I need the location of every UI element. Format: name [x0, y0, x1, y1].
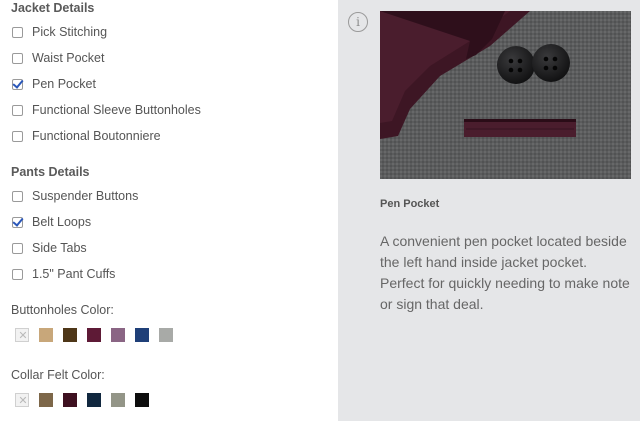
option-pant-cuffs[interactable]: 1.5" Pant Cuffs — [12, 265, 115, 283]
pant-cuffs-checkbox[interactable] — [12, 268, 23, 280]
buttonholes-color-swatches: ✕ — [15, 328, 183, 342]
waist-pocket-checkbox[interactable] — [12, 52, 23, 64]
side-tabs-checkbox[interactable] — [12, 242, 23, 254]
option-label: Waist Pocket — [32, 51, 105, 65]
option-functional-boutonniere[interactable]: Functional Boutonniere — [12, 127, 161, 145]
functional-boutonniere-checkbox[interactable] — [12, 130, 23, 142]
pen-pocket-checkbox[interactable] — [12, 78, 23, 90]
suspender-buttons-checkbox[interactable] — [12, 190, 23, 202]
swatch-mauve[interactable] — [111, 328, 125, 342]
swatch-dark-navy[interactable] — [87, 393, 101, 407]
x-icon: ✕ — [18, 330, 28, 342]
detail-description: A convenient pen pocket located beside t… — [380, 233, 630, 312]
belt-loops-checkbox[interactable] — [12, 216, 23, 228]
swatch-black[interactable] — [135, 393, 149, 407]
option-suspender-buttons[interactable]: Suspender Buttons — [12, 187, 138, 205]
swatch-none[interactable]: ✕ — [15, 393, 29, 407]
functional-sleeve-buttonholes-checkbox[interactable] — [12, 104, 23, 116]
option-side-tabs[interactable]: Side Tabs — [12, 239, 87, 257]
option-label: Belt Loops — [32, 215, 92, 229]
swatch-brown[interactable] — [39, 393, 53, 407]
option-belt-loops[interactable]: Belt Loops — [12, 213, 91, 231]
option-label: Functional Sleeve Buttonholes — [32, 103, 201, 117]
info-icon[interactable]: i — [348, 12, 368, 32]
swatch-olive-gray[interactable] — [111, 393, 125, 407]
option-pen-pocket[interactable]: Pen Pocket — [12, 75, 96, 93]
collar-felt-color-label: Collar Felt Color: — [11, 368, 105, 382]
swatch-tan[interactable] — [39, 328, 53, 342]
jacket-details-heading: Jacket Details — [11, 1, 95, 15]
pants-details-heading: Pants Details — [11, 165, 90, 179]
swatch-navy[interactable] — [135, 328, 149, 342]
collar-felt-color-swatches: ✕ — [15, 393, 159, 407]
swatch-gray[interactable] — [159, 328, 173, 342]
swatch-none[interactable]: ✕ — [15, 328, 29, 342]
option-label: Pick Stitching — [32, 25, 108, 39]
option-label: Pen Pocket — [32, 77, 96, 91]
buttonholes-color-label: Buttonholes Color: — [11, 303, 114, 317]
detail-title: Pen Pocket — [380, 198, 440, 210]
option-label: Suspender Buttons — [32, 189, 139, 203]
swatch-maroon[interactable] — [63, 393, 77, 407]
option-label: Side Tabs — [32, 241, 87, 255]
option-label: Functional Boutonniere — [32, 129, 161, 143]
option-waist-pocket[interactable]: Waist Pocket — [12, 49, 104, 67]
x-icon: ✕ — [18, 395, 28, 407]
pick-stitching-checkbox[interactable] — [12, 26, 23, 38]
swatch-burgundy[interactable] — [87, 328, 101, 342]
option-pick-stitching[interactable]: Pick Stitching — [12, 23, 107, 41]
options-panel: Jacket Details Pick Stitching Waist Pock… — [0, 0, 338, 421]
option-functional-sleeve-buttonholes[interactable]: Functional Sleeve Buttonholes — [12, 101, 201, 119]
pen-pocket-photo — [380, 11, 631, 179]
swatch-dark-brown[interactable] — [63, 328, 77, 342]
option-label: 1.5" Pant Cuffs — [32, 267, 116, 281]
